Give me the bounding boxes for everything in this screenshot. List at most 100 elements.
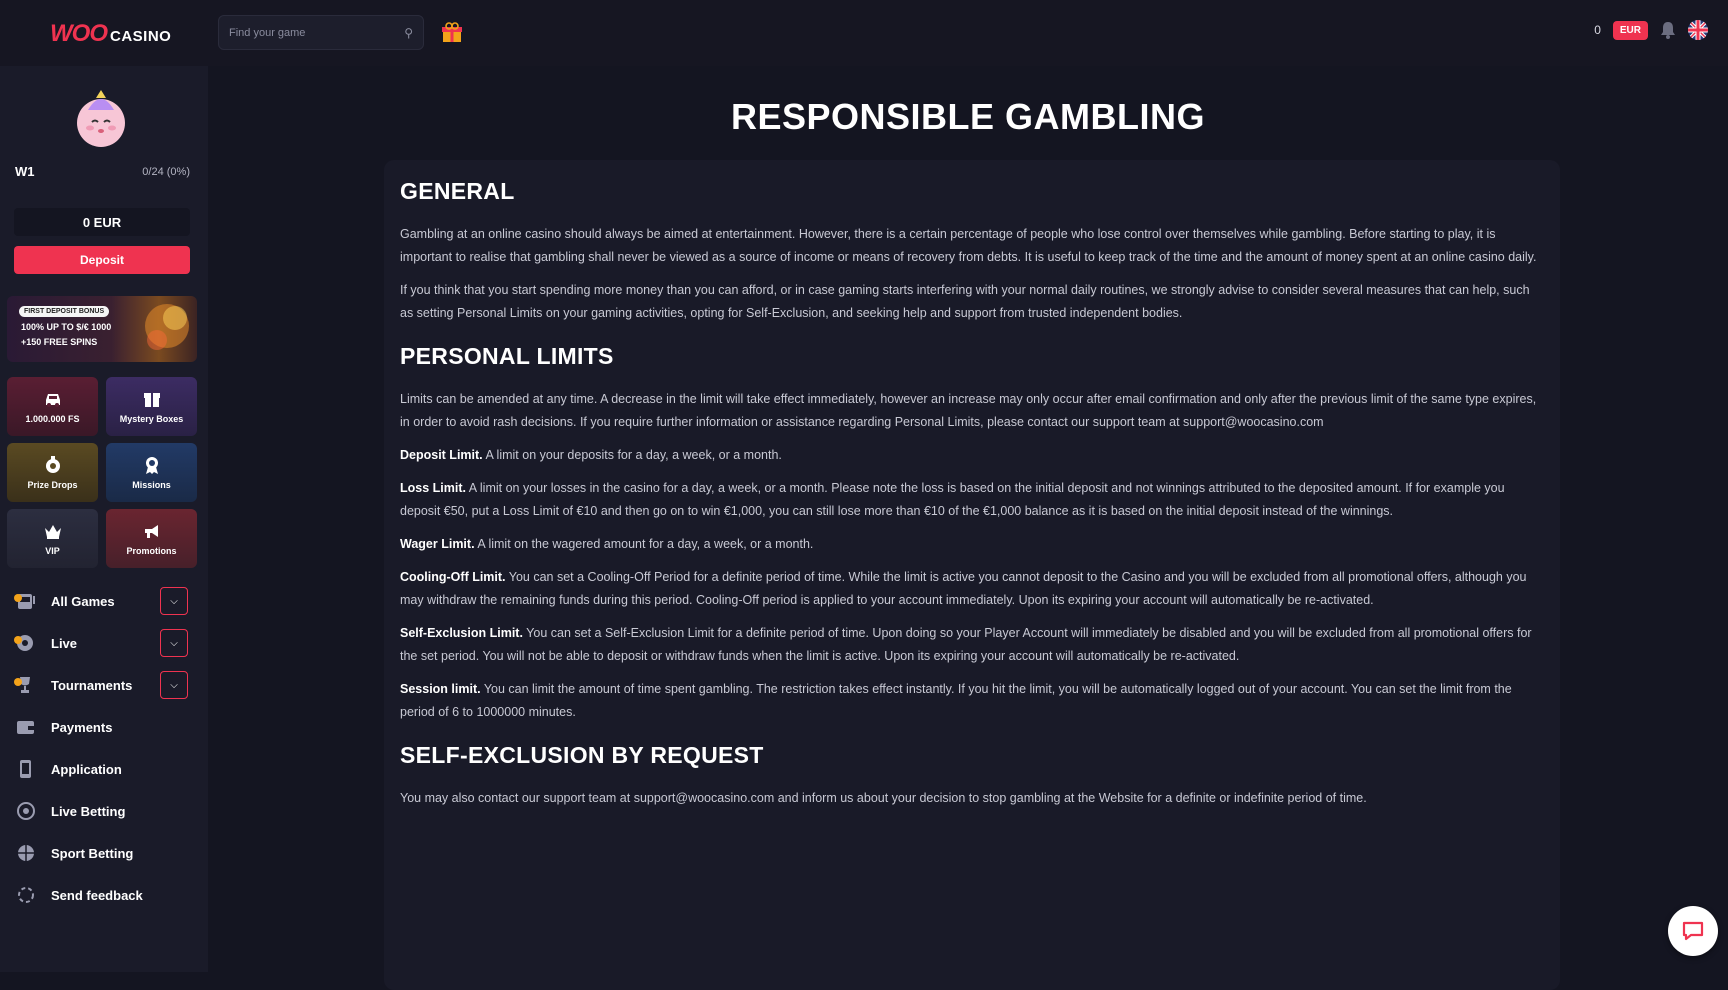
logo-casino: CASINO [110,28,172,45]
tile-label: Mystery Boxes [119,413,184,424]
session-limit-paragraph: Session limit. You can limit the amount … [400,678,1546,724]
sidebar-item-tournaments[interactable]: Tournaments ⌵ [0,664,208,706]
uk-flag-icon[interactable] [1688,20,1708,40]
chevron-down-icon[interactable]: ⌵ [160,629,188,657]
tile-label: Missions [132,479,171,490]
paragraph: Gambling at an online casino should alwa… [400,227,1537,264]
tile-promotions[interactable]: Promotions [106,509,197,568]
wager-limit-paragraph: Wager Limit. A limit on the wagered amou… [400,533,1546,556]
definition: You can set a Cooling-Off Period for a d… [400,570,1527,607]
paragraph: Limits can be amended at any time. A dec… [400,392,1537,429]
tile-mystery-boxes[interactable]: Mystery Boxes [106,377,197,436]
medal-icon [145,456,158,474]
article: GENERAL Gambling at an online casino sho… [400,178,1546,820]
live-chat-button[interactable] [1668,906,1718,956]
cooling-off-paragraph: Cooling-Off Limit. You can set a Cooling… [400,566,1546,612]
deposit-limit-paragraph: Deposit Limit. A limit on your deposits … [400,444,1546,467]
chat-icon [1682,921,1704,941]
feature-tiles: 1.000.000 FS Mystery Boxes Prize Drops M… [7,377,197,568]
search-input[interactable] [229,26,405,39]
paragraph: You may also contact our support team at… [400,791,1367,805]
logo[interactable]: WOO CASINO [50,20,171,48]
tile-label: Promotions [126,545,177,556]
chevron-down-icon[interactable]: ⌵ [160,671,188,699]
sidebar: W1 0/24 (0%) 0 EUR Deposit FIRST DEPOSIT… [0,66,208,972]
promo-line-1: 100% UP TO $/€ 1000 [21,322,112,332]
sidebar-item-all-games[interactable]: All Games ⌵ [0,580,208,622]
search-icon[interactable]: ⚲ [404,26,413,40]
first-deposit-banner[interactable]: FIRST DEPOSIT BONUS 100% UP TO $/€ 1000 … [7,296,197,362]
sidebar-item-label: Sport Betting [51,845,134,861]
sidebar-item-sport-betting[interactable]: Sport Betting [0,832,208,874]
term: Session limit. [400,682,481,696]
tile-label: 1.000.000 FS [25,413,80,424]
promo-line-2: +150 FREE SPINS [21,337,98,347]
sidebar-item-send-feedback[interactable]: Send feedback [0,874,208,916]
gift-icon[interactable] [440,22,464,44]
tile-vip[interactable]: VIP [7,509,98,568]
definition: A limit on your deposits for a day, a we… [482,448,782,462]
term: Loss Limit. [400,481,466,495]
search-box: ⚲ [218,15,424,50]
term: Wager Limit. [400,537,475,551]
vip-level: W1 [15,164,35,179]
logo-woo: WOO [50,20,108,47]
term: Self-Exclusion Limit. [400,626,523,640]
top-bar: WOO CASINO ⚲ 0 EUR [0,0,1728,66]
sidebar-item-application[interactable]: Application [0,748,208,790]
section-heading-self-exclusion: SELF-EXCLUSION BY REQUEST [400,742,764,768]
phone-icon [20,760,31,778]
term: Deposit Limit. [400,448,483,462]
currency-badge[interactable]: EUR [1612,20,1648,40]
sidebar-item-label: Send feedback [51,887,143,903]
page-title: RESPONSIBLE GAMBLING [730,96,1206,137]
term: Cooling-Off Limit. [400,570,506,584]
section-heading-personal-limits: PERSONAL LIMITS [400,343,614,369]
tile-prize-drops[interactable]: Prize Drops [7,443,98,502]
ball-icon [18,845,34,861]
sidebar-item-label: Live [51,635,78,651]
definition: You can limit the amount of time spent g… [400,682,1512,719]
notification-dot [14,594,22,602]
sidebar-item-label: All Games [51,593,115,609]
tile-free-spins[interactable]: 1.000.000 FS [7,377,98,436]
sidebar-item-label: Tournaments [51,677,133,693]
tile-label: VIP [45,545,60,556]
main-content: RESPONSIBLE GAMBLING GENERAL Gambling at… [208,66,1728,990]
sidebar-nav: All Games ⌵ Live ⌵ Tournaments ⌵ Payment… [0,580,208,916]
section-heading-general: GENERAL [400,178,515,204]
sidebar-item-label: Live Betting [51,803,126,819]
sidebar-item-label: Application [51,761,122,777]
paragraph: If you think that you start spending mor… [400,283,1530,320]
sidebar-item-live-betting[interactable]: Live Betting [0,790,208,832]
account-area: 0 EUR [1594,20,1708,40]
megaphone-icon [144,524,158,538]
sidebar-item-live[interactable]: Live ⌵ [0,622,208,664]
deposit-button[interactable]: Deposit [14,246,190,274]
tile-missions[interactable]: Missions [106,443,197,502]
notification-dot [14,636,22,644]
promo-tag: FIRST DEPOSIT BONUS [19,306,110,317]
live-icon [17,802,35,820]
prize-drop-icon [45,455,60,473]
avatar[interactable] [72,90,130,148]
definition: A limit on your losses in the casino for… [400,481,1505,518]
self-exclusion-paragraph: Self-Exclusion Limit. You can set a Self… [400,622,1546,668]
car-icon [45,393,60,407]
balance-value: 0 [1594,23,1601,37]
tile-label: Prize Drops [27,479,78,490]
loss-limit-paragraph: Loss Limit. A limit on your losses in th… [400,477,1546,523]
bell-icon[interactable] [1660,21,1676,39]
sidebar-item-payments[interactable]: Payments [0,706,208,748]
content-card: GENERAL Gambling at an online casino sho… [384,160,1560,990]
notification-dot [14,678,22,686]
feedback-icon [18,887,34,903]
sidebar-item-label: Payments [51,719,113,735]
chevron-down-icon[interactable]: ⌵ [160,587,188,615]
definition: You can set a Self-Exclusion Limit for a… [400,626,1532,663]
crown-icon [44,524,61,539]
level-progress: 0/24 (0%) [142,166,190,178]
balance-display: 0 EUR [14,208,190,236]
wallet-icon [17,721,34,734]
box-icon [143,392,160,407]
